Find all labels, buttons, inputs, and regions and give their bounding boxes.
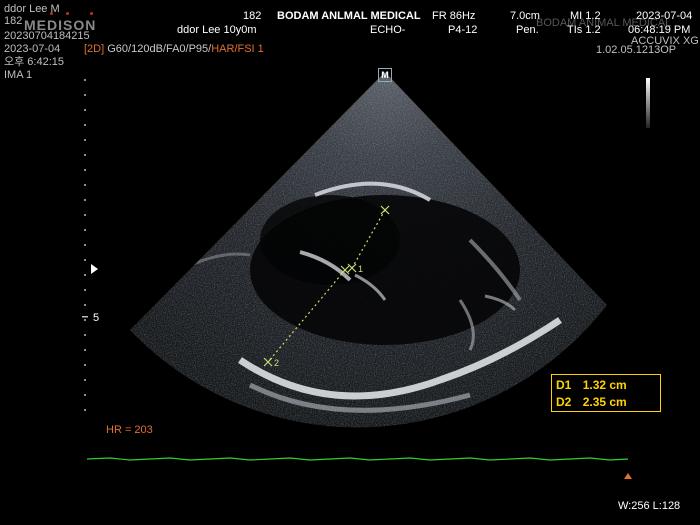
- institution-right: BODAM ANIMAL MEDICAL: [536, 17, 672, 29]
- probe-name: P4-12: [448, 24, 478, 36]
- center-name: ddor Lee 10y0m: [177, 24, 257, 36]
- measurement-row-d2: D2 2.35 cm: [556, 395, 627, 409]
- ecg-sweep-marker-icon: [624, 473, 632, 479]
- mode-2d-label: [2D]: [84, 43, 105, 55]
- frame-rate: FR 86Hz: [432, 10, 476, 22]
- ultrasound-image: [82, 72, 629, 461]
- caliper-label-1: 1: [358, 264, 364, 274]
- study-type: ECHO-: [370, 24, 406, 36]
- patient-id: 182: [4, 15, 23, 27]
- institution-name: BODAM ANLMAL MEDICAL: [277, 10, 421, 22]
- measurement-value: 1.32 cm: [582, 378, 627, 392]
- measurement-label: D1: [556, 378, 572, 392]
- measurement-results: D1 1.32 cm D2 2.35 cm: [551, 374, 661, 412]
- time-left: 오후 6:42:15: [4, 56, 64, 68]
- patient-name: ddor Lee M: [4, 3, 60, 15]
- focus-arrow-icon[interactable]: [91, 264, 98, 274]
- mode-har: HAR/FSI 1: [211, 43, 264, 55]
- mode-params: G60/120dB/FA0/P95/: [107, 43, 212, 55]
- window-level: W:256 L:128: [618, 500, 681, 512]
- image-index: IMA 1: [4, 69, 33, 81]
- caliper-label-2: 2: [274, 358, 280, 368]
- date-left: 2023-07-04: [4, 43, 61, 55]
- center-id: 182: [243, 10, 262, 22]
- measurement-label: D2: [556, 395, 572, 409]
- depth-scale: [82, 79, 88, 411]
- grayscale-bar: [646, 78, 650, 128]
- measurement-value: 2.35 cm: [582, 395, 627, 409]
- study-id: 20230704184215: [4, 30, 90, 42]
- software-version: 1.02.05.1213OP: [596, 44, 677, 56]
- ecg-trace: [86, 457, 629, 461]
- mode-line: [2D] G60/120dB/FA0/P95/HAR/FSI 1: [84, 43, 264, 55]
- measurement-row-d1: D1 1.32 cm: [556, 378, 627, 392]
- heart-rate: HR = 203: [106, 424, 153, 436]
- probe-orientation-marker-icon: M: [378, 68, 392, 82]
- depth-label: 5: [93, 312, 100, 324]
